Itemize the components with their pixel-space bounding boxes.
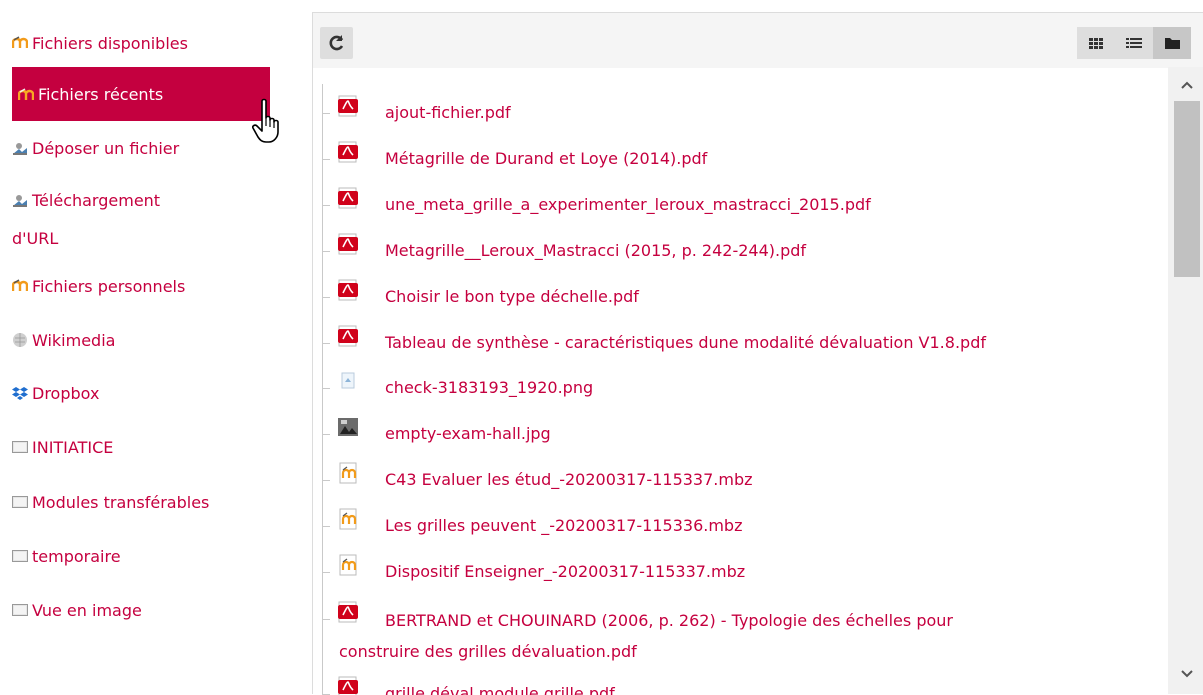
refresh-icon	[329, 35, 344, 51]
sidebar-item-telechargement-url-line2[interactable]: d'URL	[12, 225, 270, 252]
file-name[interactable]: Metagrille__Leroux_Mastracci (2015, p. 2…	[385, 239, 806, 262]
tree-connector	[322, 205, 330, 206]
photo-file-icon	[337, 416, 359, 444]
sidebar-item-wikimedia[interactable]: Wikimedia	[12, 327, 270, 354]
moodle-backup-icon	[337, 462, 359, 490]
url-download-icon	[13, 195, 27, 207]
sidebar-item-label: temporaire	[32, 547, 121, 566]
sidebar-item-label: Fichiers récents	[38, 85, 164, 104]
file-name[interactable]: grille déval module grille.pdf	[385, 682, 615, 695]
repository-icon	[12, 496, 28, 508]
pdf-icon	[337, 279, 359, 307]
sidebar-item-initiatice[interactable]: INITIATICE	[12, 434, 270, 461]
hand-cursor-icon	[252, 98, 279, 143]
moodle-backup-icon	[337, 508, 359, 536]
list-view-icon	[1126, 38, 1142, 48]
grid-view-button[interactable]	[1077, 27, 1115, 59]
folder-view-icon	[1165, 38, 1180, 49]
scroll-down-icon[interactable]	[1180, 666, 1194, 680]
file-name[interactable]: empty-exam-hall.jpg	[385, 422, 551, 445]
file-name[interactable]: Tableau de synthèse - caractéristiques d…	[385, 331, 986, 354]
file-name[interactable]: check-3183193_1920.png	[385, 376, 593, 399]
sidebar-item-deposer-un-fichier[interactable]: Déposer un fichier	[12, 135, 270, 162]
tree-connector	[322, 572, 330, 573]
file-name[interactable]: ajout-fichier.pdf	[385, 101, 511, 124]
view-toggle-group	[1077, 27, 1191, 59]
file-name[interactable]: une_meta_grille_a_experimenter_leroux_ma…	[385, 193, 871, 216]
tree-connector	[322, 434, 330, 435]
tree-connector	[322, 480, 330, 481]
repository-sidebar: Fichiers disponibles Fichiers récents Dé…	[0, 0, 300, 694]
tree-connector	[322, 297, 330, 298]
file-name-continued[interactable]: construire des grilles dévaluation.pdf	[339, 640, 637, 663]
file-picker-panel: ajout-fichier.pdf Métagrille de Durand et…	[312, 12, 1203, 695]
moodle-icon	[12, 279, 28, 291]
tree-connector	[322, 619, 330, 620]
repository-icon	[12, 550, 28, 562]
sidebar-item-fichiers-recents[interactable]: Fichiers récents	[12, 67, 270, 121]
tree-connector	[322, 526, 330, 527]
refresh-button[interactable]	[320, 27, 353, 59]
sidebar-item-label: Vue en image	[32, 601, 142, 620]
scroll-up-icon[interactable]	[1180, 79, 1194, 93]
repository-icon	[12, 441, 28, 453]
moodle-backup-icon	[337, 554, 359, 582]
repository-icon	[12, 604, 28, 616]
file-tree: ajout-fichier.pdf Métagrille de Durand et…	[313, 76, 1168, 695]
tree-line	[322, 84, 323, 695]
sidebar-item-label: d'URL	[12, 229, 59, 248]
sidebar-item-modules-transferables[interactable]: Modules transférables	[12, 489, 270, 516]
sidebar-item-label: Téléchargement	[32, 191, 161, 210]
file-name[interactable]: Les grilles peuvent _-20200317-115336.mb…	[385, 514, 742, 537]
tree-connector	[322, 388, 330, 389]
tree-connector	[322, 113, 330, 114]
pdf-icon	[337, 95, 359, 123]
list-view-button[interactable]	[1115, 27, 1153, 59]
scrollbar-thumb[interactable]	[1174, 101, 1200, 277]
file-list-scrollbar[interactable]	[1168, 67, 1203, 694]
sidebar-item-temporaire[interactable]: temporaire	[12, 543, 270, 570]
moodle-icon	[18, 88, 34, 100]
file-name[interactable]: C43 Evaluer les étud_-20200317-115337.mb…	[385, 468, 753, 491]
sidebar-item-label: INITIATICE	[32, 438, 114, 457]
wikimedia-icon	[13, 333, 27, 347]
tree-connector	[322, 251, 330, 252]
sidebar-item-label: Modules transférables	[32, 493, 210, 512]
sidebar-item-vue-en-image[interactable]: Vue en image	[12, 597, 270, 624]
pdf-icon	[337, 601, 359, 629]
pdf-icon	[337, 233, 359, 261]
tree-connector	[322, 159, 330, 160]
pdf-icon	[337, 676, 359, 695]
moodle-icon	[12, 36, 28, 48]
tree-connector	[322, 343, 330, 344]
file-name[interactable]: Dispositif Enseigner_-20200317-115337.mb…	[385, 560, 745, 583]
sidebar-item-label: Fichiers disponibles	[32, 34, 188, 53]
folder-view-button[interactable]	[1153, 27, 1191, 59]
file-name[interactable]: Choisir le bon type déchelle.pdf	[385, 285, 639, 308]
sidebar-item-dropbox[interactable]: Dropbox	[12, 380, 270, 407]
grid-view-icon	[1089, 38, 1103, 49]
pdf-icon	[337, 141, 359, 169]
sidebar-item-label: Wikimedia	[32, 331, 116, 350]
pdf-icon	[337, 325, 359, 353]
upload-icon	[13, 143, 27, 155]
pdf-icon	[337, 187, 359, 215]
sidebar-item-label: Dropbox	[32, 384, 100, 403]
sidebar-item-label: Fichiers personnels	[32, 277, 186, 296]
file-name[interactable]: BERTRAND et CHOUINARD (2006, p. 262) - T…	[385, 607, 1145, 634]
sidebar-item-fichiers-disponibles[interactable]: Fichiers disponibles	[12, 30, 270, 57]
dropbox-icon	[12, 387, 28, 400]
file-toolbar	[313, 13, 1203, 68]
image-file-icon	[337, 370, 359, 398]
sidebar-item-fichiers-personnels[interactable]: Fichiers personnels	[12, 273, 270, 300]
sidebar-item-telechargement-url[interactable]: Téléchargement	[12, 187, 270, 214]
sidebar-item-label: Déposer un fichier	[32, 139, 180, 158]
file-name[interactable]: Métagrille de Durand et Loye (2014).pdf	[385, 147, 707, 170]
